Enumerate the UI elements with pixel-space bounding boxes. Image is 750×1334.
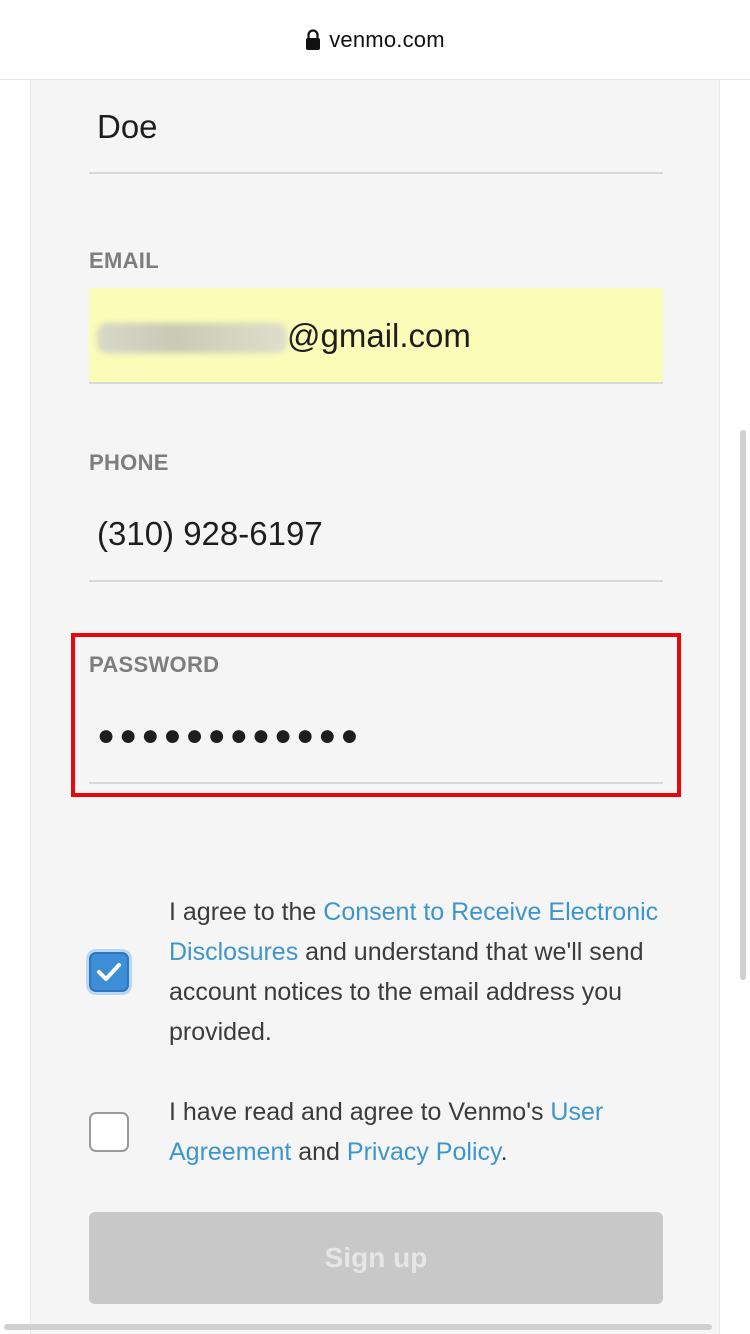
- vertical-scrollbar[interactable]: [740, 430, 746, 980]
- consent-text: I agree to the Consent to Receive Electr…: [169, 892, 669, 1052]
- terms-text-middle: and: [291, 1138, 347, 1166]
- email-domain-text: @gmail.com: [287, 317, 471, 354]
- terms-text: I have read and agree to Venmo's User Ag…: [169, 1092, 669, 1172]
- terms-text-before: I have read and agree to Venmo's: [169, 1098, 551, 1126]
- consent-agreement-row: I agree to the Consent to Receive Electr…: [89, 892, 669, 1052]
- password-input[interactable]: ●●●●●●●●●●●●: [89, 688, 663, 784]
- consent-checkbox[interactable]: [89, 952, 129, 992]
- phone-input[interactable]: (310) 928-6197: [89, 486, 663, 582]
- terms-agreement-row: I have read and agree to Venmo's User Ag…: [89, 1092, 669, 1172]
- url-domain: venmo.com: [329, 26, 445, 52]
- email-input[interactable]: @gmail.com: [89, 288, 663, 384]
- lock-icon: [305, 28, 321, 51]
- password-field[interactable]: PASSWORD ●●●●●●●●●●●●: [89, 652, 663, 784]
- checkmark-icon: [97, 963, 121, 981]
- phone-field[interactable]: PHONE (310) 928-6197: [89, 450, 663, 582]
- last-name-input[interactable]: Doe: [89, 80, 663, 174]
- terms-text-after: .: [500, 1138, 508, 1166]
- browser-url-bar[interactable]: venmo.com: [0, 0, 750, 80]
- phone-label: PHONE: [89, 450, 169, 475]
- signup-form-panel: Doe EMAIL @gmail.com PHONE (310) 928-619…: [30, 80, 720, 1334]
- privacy-policy-link[interactable]: Privacy Policy: [347, 1138, 501, 1166]
- terms-checkbox[interactable]: [89, 1112, 129, 1152]
- consent-text-before: I agree to the: [169, 898, 324, 926]
- horizontal-scrollbar[interactable]: [4, 1324, 712, 1330]
- sign-up-button[interactable]: Sign up: [89, 1212, 663, 1304]
- email-label: EMAIL: [89, 248, 159, 273]
- last-name-field[interactable]: Doe: [89, 80, 663, 174]
- email-field[interactable]: EMAIL @gmail.com: [89, 248, 663, 384]
- redacted-email-username: [97, 323, 287, 354]
- password-label: PASSWORD: [89, 652, 220, 677]
